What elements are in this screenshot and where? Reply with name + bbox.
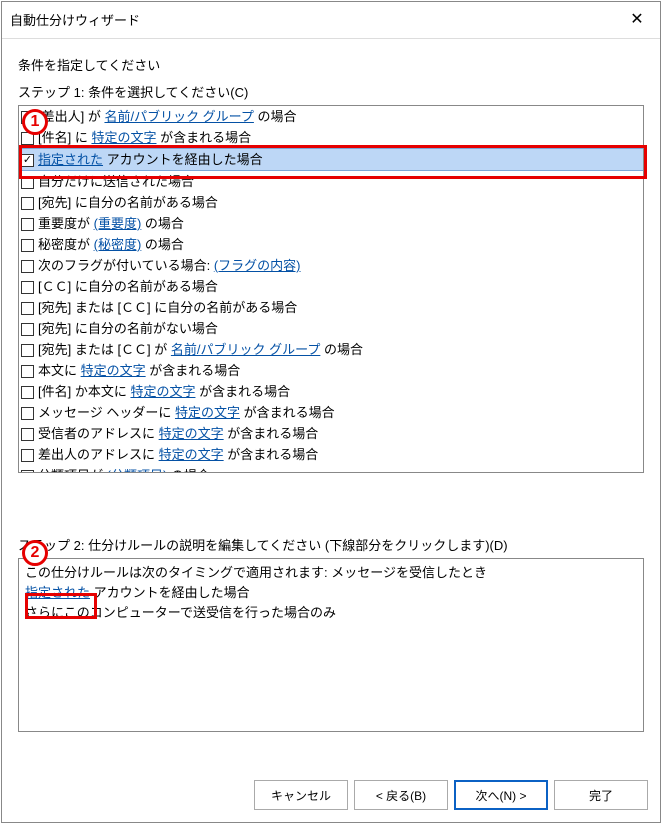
condition-text: [宛先] または [ＣＣ] が 名前/パブリック グループ の場合 [38,341,363,359]
condition-text: 秘密度が (秘密度) の場合 [38,236,184,254]
condition-link[interactable]: (フラグの内容) [214,258,301,273]
finish-button[interactable]: 完了 [554,780,648,810]
condition-link[interactable]: 特定の文字 [175,405,240,420]
condition-text: 分類項目が (分類項目) の場合 [38,467,210,473]
condition-text: 指定された アカウントを経由した場合 [38,151,263,169]
condition-row[interactable]: [差出人] が 名前/パブリック グループ の場合 [19,106,643,127]
close-icon[interactable]: ✕ [616,6,658,32]
description-box: この仕分けルールは次のタイミングで適用されます: メッセージを受信したとき 指定… [18,558,644,732]
condition-checkbox[interactable] [21,470,34,474]
condition-checkbox[interactable] [21,154,34,167]
condition-text: [宛先] に自分の名前がない場合 [38,320,218,338]
condition-link[interactable]: 特定の文字 [159,426,224,441]
annotation-1: 1 [22,109,48,135]
condition-row[interactable]: [宛先] または [ＣＣ] が 名前/パブリック グループ の場合 [19,339,643,360]
condition-checkbox[interactable] [21,428,34,441]
condition-checkbox[interactable] [21,176,34,189]
annotation-2: 2 [22,540,48,566]
condition-row[interactable]: [宛先] または [ＣＣ] に自分の名前がある場合 [19,297,643,318]
conditions-listbox[interactable]: [差出人] が 名前/パブリック グループ の場合 [件名] に 特定の文字 が含… [18,105,644,473]
condition-row[interactable]: [件名] に 特定の文字 が含まれる場合 [19,127,643,148]
condition-row[interactable]: 差出人のアドレスに 特定の文字 が含まれる場合 [19,444,643,465]
condition-text: 重要度が (重要度) の場合 [38,215,184,233]
condition-checkbox[interactable] [21,218,34,231]
condition-text: [宛先] に自分の名前がある場合 [38,194,218,212]
condition-text: 次のフラグが付いている場合: (フラグの内容) [38,257,301,275]
condition-checkbox[interactable] [21,323,34,336]
condition-text: [宛先] または [ＣＣ] に自分の名前がある場合 [38,299,297,317]
condition-checkbox[interactable] [21,386,34,399]
condition-text: 自分だけに送信された場合 [38,173,194,191]
condition-row[interactable]: [宛先] に自分の名前がある場合 [19,192,643,213]
condition-checkbox[interactable] [21,239,34,252]
condition-text: [差出人] が 名前/パブリック グループ の場合 [38,108,297,126]
condition-row[interactable]: 受信者のアドレスに 特定の文字 が含まれる場合 [19,423,643,444]
condition-link[interactable]: (秘密度) [94,237,142,252]
condition-checkbox[interactable] [21,449,34,462]
condition-link[interactable]: (重要度) [94,216,142,231]
condition-row[interactable]: 自分だけに送信された場合 [19,171,643,192]
titlebar: 自動仕分けウィザード ✕ [2,2,660,39]
wizard-window: 自動仕分けウィザード ✕ 条件を指定してください ステップ 1: 条件を選択して… [1,1,661,823]
condition-row[interactable]: 分類項目が (分類項目) の場合 [19,465,643,473]
condition-row[interactable]: [ＣＣ] に自分の名前がある場合 [19,276,643,297]
condition-link[interactable]: 名前/パブリック グループ [171,342,320,357]
condition-checkbox[interactable] [21,197,34,210]
condition-text: [件名] か本文に 特定の文字 が含まれる場合 [38,383,290,401]
condition-text: 本文に 特定の文字 が含まれる場合 [38,362,240,380]
condition-checkbox[interactable] [21,365,34,378]
button-row: キャンセル < 戻る(B) 次へ(N) > 完了 [254,780,648,810]
condition-text: 受信者のアドレスに 特定の文字 が含まれる場合 [38,425,318,443]
condition-row[interactable]: 秘密度が (秘密度) の場合 [19,234,643,255]
condition-link[interactable]: 名前/パブリック グループ [104,109,253,124]
condition-text: [件名] に 特定の文字 が含まれる場合 [38,129,251,147]
condition-row[interactable]: 本文に 特定の文字 が含まれる場合 [19,360,643,381]
condition-link[interactable]: (分類項目) [107,468,168,473]
condition-checkbox[interactable] [21,407,34,420]
instruction-text: 条件を指定してください [18,55,648,74]
condition-row[interactable]: [宛先] に自分の名前がない場合 [19,318,643,339]
desc-line2-post: アカウントを経由した場合 [90,585,250,600]
condition-checkbox[interactable] [21,281,34,294]
condition-link[interactable]: 指定された [38,152,103,167]
back-button[interactable]: < 戻る(B) [354,780,448,810]
condition-checkbox[interactable] [21,302,34,315]
condition-row[interactable]: 次のフラグが付いている場合: (フラグの内容) [19,255,643,276]
desc-link-specified[interactable]: 指定された [25,585,90,600]
step1-label: ステップ 1: 条件を選択してください(C) [18,82,648,101]
window-title: 自動仕分けウィザード [10,6,140,29]
condition-checkbox[interactable] [21,344,34,357]
content-area: 条件を指定してください ステップ 1: 条件を選択してください(C) [差出人]… [2,39,660,742]
condition-link[interactable]: 特定の文字 [130,384,195,399]
step2-label: ステップ 2: 仕分けルールの説明を編集してください (下線部分をクリックします… [18,535,648,554]
condition-text: メッセージ ヘッダーに 特定の文字 が含まれる場合 [38,404,335,422]
condition-link[interactable]: 特定の文字 [91,130,156,145]
condition-row[interactable]: 重要度が (重要度) の場合 [19,213,643,234]
condition-row[interactable]: [件名] か本文に 特定の文字 が含まれる場合 [19,381,643,402]
condition-text: [ＣＣ] に自分の名前がある場合 [38,278,218,296]
condition-checkbox[interactable] [21,260,34,273]
next-button[interactable]: 次へ(N) > [454,780,548,810]
condition-text: 差出人のアドレスに 特定の文字 が含まれる場合 [38,446,318,464]
cancel-button[interactable]: キャンセル [254,780,348,810]
condition-link[interactable]: 特定の文字 [159,447,224,462]
desc-line3: さらにこのコンピューターで送受信を行った場合のみ [25,603,637,623]
condition-link[interactable]: 特定の文字 [81,363,146,378]
condition-row[interactable]: 指定された アカウントを経由した場合 [19,148,643,171]
condition-row[interactable]: メッセージ ヘッダーに 特定の文字 が含まれる場合 [19,402,643,423]
desc-line1: この仕分けルールは次のタイミングで適用されます: メッセージを受信したとき [25,563,637,583]
desc-line2: 指定された アカウントを経由した場合 [25,583,637,603]
